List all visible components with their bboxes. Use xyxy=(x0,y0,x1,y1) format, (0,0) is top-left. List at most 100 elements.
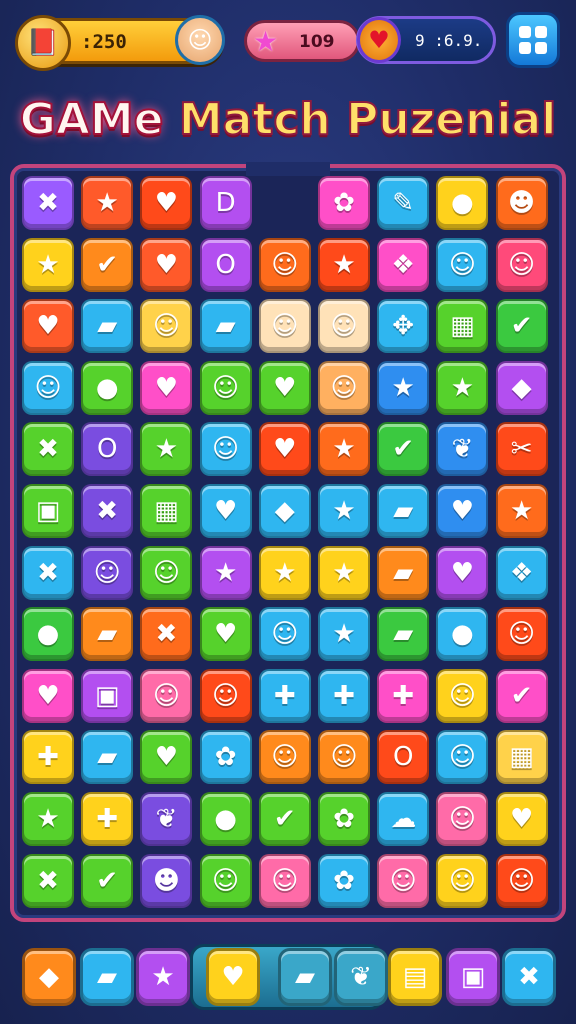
board-tile[interactable]: ▰ xyxy=(377,607,430,662)
board-tile[interactable]: ❖ xyxy=(495,545,548,600)
board-tile[interactable]: ✿ xyxy=(318,792,370,846)
board-tile[interactable]: ✖ xyxy=(22,853,74,908)
board-tile[interactable]: ✂ xyxy=(495,422,548,477)
board-tile[interactable]: O xyxy=(81,422,134,477)
board-tile[interactable]: ☺ xyxy=(436,792,489,846)
board-tile[interactable]: ☺ xyxy=(81,545,134,600)
board-tile[interactable]: ▰ xyxy=(81,607,134,662)
board-tile[interactable]: ☺ xyxy=(436,853,489,908)
board-tile[interactable]: ✚ xyxy=(22,730,74,785)
board-tile[interactable]: ♥ xyxy=(140,237,193,292)
board-tile[interactable]: ☺ xyxy=(318,730,370,785)
board-tile[interactable]: ♥ xyxy=(22,668,74,723)
board-tile[interactable]: ✎ xyxy=(377,176,430,230)
board-tile[interactable]: ☺ xyxy=(199,360,252,415)
board-tile[interactable]: ◆ xyxy=(495,360,548,415)
board-tile[interactable]: ☺ xyxy=(140,299,193,354)
board-tile[interactable]: ★ xyxy=(258,545,311,600)
board-tile[interactable]: ☺ xyxy=(318,299,370,354)
star-counter[interactable]: ★ 109 xyxy=(244,20,360,62)
board-tile[interactable]: ◆ xyxy=(258,484,311,538)
board-tile[interactable]: O xyxy=(199,237,252,292)
board-tile[interactable]: O xyxy=(377,730,430,785)
menu-button[interactable] xyxy=(506,12,560,68)
board-tile[interactable]: ✖ xyxy=(22,545,74,600)
board-tile[interactable]: ☺ xyxy=(258,237,311,292)
board-tile[interactable]: ☺ xyxy=(258,853,311,908)
board-tile[interactable]: ✖ xyxy=(140,607,193,662)
board-tile[interactable]: ▰ xyxy=(377,484,430,538)
board-tile[interactable]: ✔ xyxy=(377,422,430,477)
board-tile[interactable]: ★ xyxy=(199,545,252,600)
board-tile[interactable]: ☺ xyxy=(199,422,252,477)
board-tile[interactable]: ☺ xyxy=(258,299,311,354)
board-tile[interactable]: ☺ xyxy=(140,668,193,723)
board-tile[interactable]: ★ xyxy=(495,484,548,538)
board-tile[interactable]: ✔ xyxy=(495,299,548,354)
board-tile[interactable]: ● xyxy=(81,360,134,415)
board-tile[interactable]: ▣ xyxy=(22,484,74,538)
board-tile[interactable]: ☺ xyxy=(140,545,193,600)
board-tile[interactable]: ● xyxy=(22,607,74,662)
board-tile[interactable]: ▰ xyxy=(377,545,430,600)
board-tile[interactable]: ☺ xyxy=(258,730,311,785)
board-tile[interactable]: ★ xyxy=(318,237,370,292)
board-tile[interactable]: ☺ xyxy=(318,360,370,415)
board-tile[interactable]: ♥ xyxy=(199,607,252,662)
board-tile[interactable]: ❦ xyxy=(140,792,193,846)
eraser-booster-button[interactable]: ◆ xyxy=(22,948,76,1006)
salad-bowl-booster-button[interactable]: ❦ xyxy=(334,948,388,1006)
board-tile[interactable]: ☺ xyxy=(199,668,252,723)
board-tile[interactable]: ✚ xyxy=(318,668,370,723)
board-tile[interactable]: ▦ xyxy=(436,299,489,354)
brush-booster-button[interactable]: ▰ xyxy=(80,948,134,1006)
board-tile[interactable]: ▰ xyxy=(81,299,134,354)
board-tile[interactable]: ☺ xyxy=(199,853,252,908)
board-tile[interactable]: ✿ xyxy=(318,853,370,908)
board-tile[interactable]: ▰ xyxy=(81,730,134,785)
board-tile[interactable]: ✔ xyxy=(81,853,134,908)
board-tile[interactable]: ★ xyxy=(318,545,370,600)
board-tile[interactable]: ★ xyxy=(140,422,193,477)
board-tile[interactable]: D xyxy=(199,176,252,230)
board-tile[interactable]: ☺ xyxy=(436,237,489,292)
board-tile[interactable]: ★ xyxy=(22,237,74,292)
scroll-booster-button[interactable]: ▤ xyxy=(388,948,442,1006)
board-tile[interactable]: ✚ xyxy=(81,792,134,846)
board-tile[interactable]: ▦ xyxy=(495,730,548,785)
board-tile[interactable]: ▦ xyxy=(140,484,193,538)
board-tile[interactable]: ♥ xyxy=(495,792,548,846)
board-tile[interactable]: ♥ xyxy=(140,176,193,230)
board-tile[interactable]: ● xyxy=(199,792,252,846)
board-tile[interactable]: ✿ xyxy=(318,176,370,230)
board-tile[interactable]: ♥ xyxy=(436,545,489,600)
board-tile[interactable]: ☺ xyxy=(495,237,548,292)
board-tile[interactable]: ★ xyxy=(436,360,489,415)
board-tile[interactable]: ★ xyxy=(318,607,370,662)
board-tile[interactable]: ☺ xyxy=(495,853,548,908)
board-tile[interactable]: ✔ xyxy=(258,792,311,846)
board-tile[interactable]: ☻ xyxy=(140,853,193,908)
board-tile[interactable]: ☺ xyxy=(495,607,548,662)
board-tile[interactable]: ★ xyxy=(318,422,370,477)
board-tile[interactable]: ✚ xyxy=(258,668,311,723)
board-tile[interactable]: ● xyxy=(436,176,489,230)
board-tile[interactable]: ● xyxy=(436,607,489,662)
board-tile[interactable]: ☻ xyxy=(495,176,548,230)
board-tile[interactable]: ✔ xyxy=(81,237,134,292)
board-tile[interactable]: ☺ xyxy=(377,853,430,908)
board-tile[interactable]: ▰ xyxy=(199,299,252,354)
board-tile[interactable]: ♥ xyxy=(436,484,489,538)
board-tile[interactable]: ★ xyxy=(81,176,134,230)
board-tile[interactable]: ♥ xyxy=(140,360,193,415)
fire-booster-button[interactable]: ♥ xyxy=(206,948,260,1006)
board-tile[interactable]: ☺ xyxy=(22,360,74,415)
board-tile[interactable]: ☺ xyxy=(436,668,489,723)
board-tile[interactable]: ✖ xyxy=(81,484,134,538)
board-tile[interactable]: ♥ xyxy=(199,484,252,538)
board-tile[interactable]: ✔ xyxy=(495,668,548,723)
board-tile[interactable]: ★ xyxy=(22,792,74,846)
board-tile[interactable]: ✖ xyxy=(22,422,74,477)
board-tile[interactable]: ☺ xyxy=(258,607,311,662)
cross-booster-button[interactable]: ✖ xyxy=(502,948,556,1006)
